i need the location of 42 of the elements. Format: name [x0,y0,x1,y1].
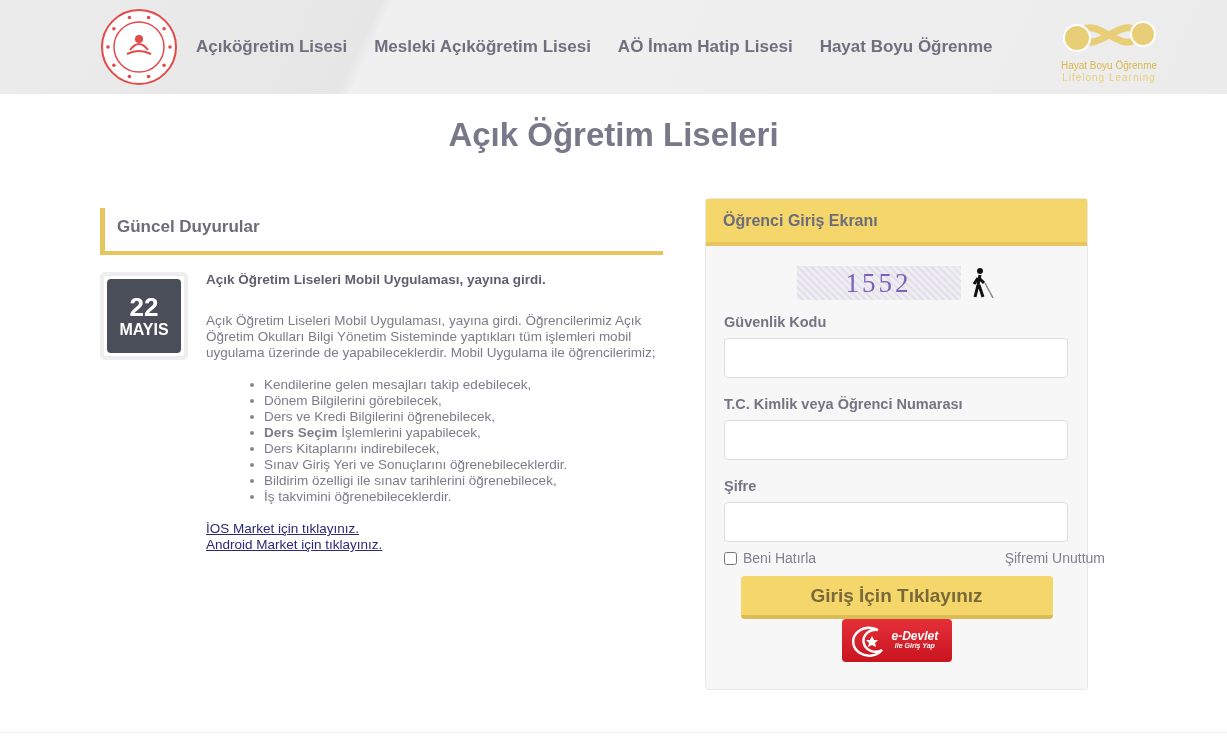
list-item: Sınav Giriş Yeri ve Sonuçlarını öğrenebileceklerdir. [264,457,568,473]
bullet-icon [250,479,254,483]
input-field[interactable] [724,420,1068,460]
list-item: Ders ve Kredi Bilgilerini öğrenebilecek, [264,409,496,425]
market-link[interactable]: Android Market için tıklayınız. [206,537,383,553]
date-day: 22 [129,293,159,321]
logo-text: Lifelong Learning [1062,72,1156,84]
section-title: Güncel Duyurular [117,217,260,236]
list-item: Bildirim özelligi ile sınav tarihlerini öğrenebilecek, [264,473,557,489]
bullet-icon [250,415,254,419]
bullet-icon [250,431,254,435]
card-title: Öğrenci Giriş Ekranı [723,212,878,229]
logo-text: Hayat Boyu Öğrenme [1060,60,1158,72]
bullet-icon [250,463,254,467]
field-label: Şifre [724,478,758,494]
nav-link[interactable]: Hayat Boyu Öğrenme [819,37,993,57]
bullet-icon [250,447,254,451]
input-field[interactable] [724,502,1068,542]
input-field[interactable] [724,338,1068,378]
market-link[interactable]: İOS Market için tıklayınız. [206,521,360,537]
list-item: Kendilerine gelen mesajları takip edebilecek, [264,377,532,393]
nav-link[interactable]: Açıköğretim Lisesi [196,37,348,57]
nav-link[interactable]: Mesleki Açıköğretim Lisesi [374,37,591,57]
remember-checkbox[interactable] [724,551,737,565]
login-button[interactable]: Giriş İçin Tıklayınız [740,576,1053,619]
announcement-headline: Açık Öğretim Liseleri Mobil Uygulaması, yayına girdi. [206,272,547,288]
bullet-icon [250,399,254,403]
captcha-image: 1552 [796,266,961,300]
list-item: Ders Kitaplarını indirebilecek, [264,441,440,457]
page-title: Açık Öğretim Liseleri [447,116,780,154]
bullet-icon [250,383,254,387]
list-item: İş takvimini öğrenebileceklerdir. [264,489,452,505]
announcement-text: Açık Öğretim Liseleri Mobil Uygulaması, yayına girdi. Öğrencilerimiz Açık Öğretim Okulları Bilgi Yönetim Sisteminde yaptıkları tüm işlemleri mobil uygulama üzerinde de yapabileceklerdir. Mobil Uygulama ile öğrencilerimiz; [206,313,657,361]
date-month: MAYIS [119,321,169,339]
field-label: T.C. Kimlik veya Öğrenci Numarası [724,396,964,412]
nav-link[interactable]: AÖ İmam Hatip Lisesi [617,37,793,57]
field-label: Güvenlik Kodu [724,314,828,330]
list-item: Ders Seçim İşlemlerini yapabilecek, [264,425,481,441]
checkbox-label: Beni Hatırla [743,550,817,566]
bullet-icon [250,495,254,499]
forgot-password-link[interactable]: Şifremi Unuttum [1004,550,1105,566]
list-item: Dönem Bilgilerini görebilecek, [264,393,442,409]
